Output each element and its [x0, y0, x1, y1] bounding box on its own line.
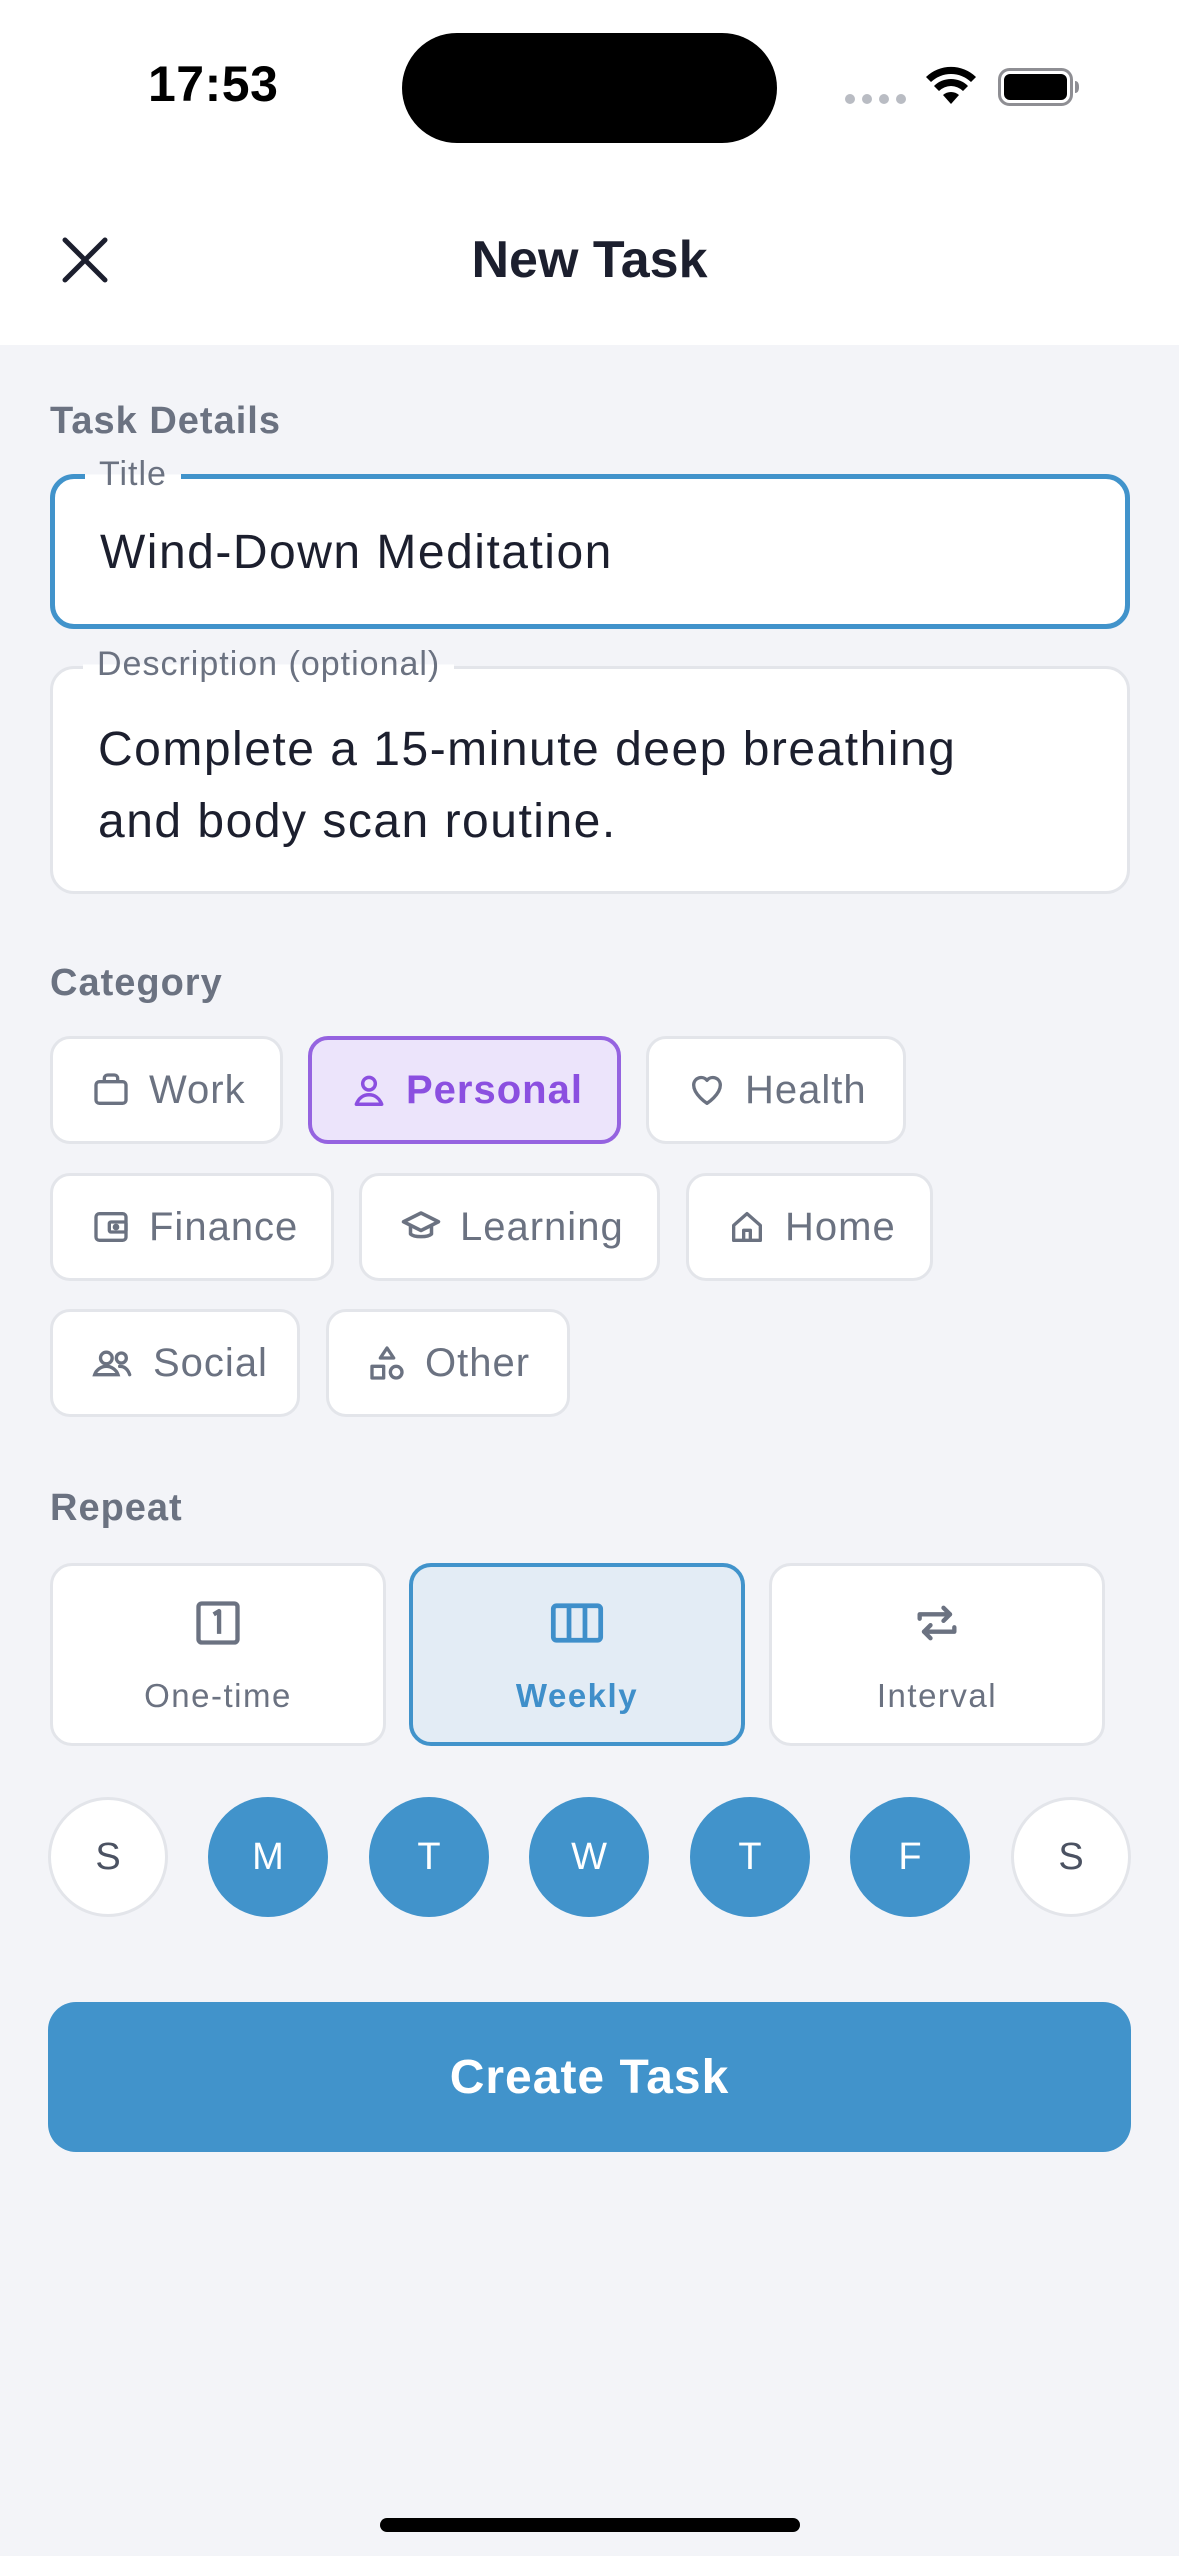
day-friday[interactable]: F	[850, 1797, 970, 1917]
category-chip-other[interactable]: Other	[326, 1309, 570, 1417]
columns-icon	[550, 1602, 604, 1643]
page-title: New Task	[471, 231, 708, 289]
heart-icon	[692, 1075, 722, 1105]
category-chip-label: Finance	[149, 1204, 299, 1249]
description-field[interactable]: Description (optional) Complete a 15-min…	[50, 645, 1130, 894]
category-chip-social[interactable]: Social	[50, 1309, 300, 1417]
day-wednesday[interactable]: W	[529, 1797, 649, 1917]
description-field-label: Description (optional)	[83, 645, 455, 684]
house-icon	[732, 1212, 762, 1242]
task-details-label: Task Details	[50, 400, 281, 442]
title-field-label: Title	[85, 455, 181, 494]
title-field[interactable]: Title Wind-Down Meditation	[50, 455, 1130, 629]
category-chip-label: Social	[153, 1340, 268, 1385]
person-icon	[354, 1075, 384, 1106]
wifi-icon	[926, 66, 976, 104]
repeat-option-one-time[interactable]: One-time	[50, 1563, 386, 1746]
shapes-icon	[370, 1346, 404, 1380]
one-box-icon	[196, 1600, 240, 1645]
category-chip-health[interactable]: Health	[646, 1036, 906, 1144]
day-saturday[interactable]: S	[1011, 1797, 1131, 1917]
people-icon	[92, 1350, 132, 1377]
wallet-icon	[94, 1212, 128, 1242]
category-chip-label: Personal	[406, 1067, 583, 1112]
category-chip-label: Other	[425, 1340, 531, 1385]
description-line-2: and body scan routine.	[98, 795, 617, 848]
new-task-screen: 17:53 New Task Task Details Title Wind-D…	[0, 0, 1179, 2556]
create-task-button[interactable]: Create Task	[48, 2002, 1131, 2152]
repeat-label: Repeat	[50, 1487, 183, 1529]
graduation-cap-icon	[401, 1211, 441, 1239]
repeat-option-weekly[interactable]: Weekly	[409, 1563, 745, 1746]
category-chip-home[interactable]: Home	[686, 1173, 933, 1281]
category-chip-label: Health	[745, 1067, 867, 1112]
repeat-icon	[917, 1605, 957, 1640]
title-field-value: Wind-Down Meditation	[100, 526, 613, 579]
cellular-signal-icon	[845, 94, 906, 104]
battery-icon	[998, 68, 1079, 106]
category-chip-learning[interactable]: Learning	[359, 1173, 660, 1281]
home-indicator	[380, 2518, 800, 2532]
repeat-option-label: Interval	[876, 1676, 998, 1714]
repeat-option-label: One-time	[144, 1676, 292, 1714]
description-line-1: Complete a 15-minute deep breathing	[98, 723, 957, 776]
day-sunday[interactable]: S	[48, 1797, 168, 1917]
day-monday[interactable]: M	[208, 1797, 328, 1917]
category-chip-personal[interactable]: Personal	[308, 1036, 621, 1144]
category-chip-work[interactable]: Work	[50, 1036, 283, 1144]
top-bar: 17:53 New Task	[0, 0, 1179, 345]
repeat-option-label: Weekly	[515, 1676, 639, 1714]
repeat-option-interval[interactable]: Interval	[769, 1563, 1105, 1746]
day-thursday[interactable]: T	[690, 1797, 810, 1917]
category-label: Category	[50, 962, 223, 1004]
day-tuesday[interactable]: T	[369, 1797, 489, 1917]
status-time: 17:53	[148, 56, 279, 112]
category-chip-finance[interactable]: Finance	[50, 1173, 334, 1281]
briefcase-icon	[94, 1073, 128, 1105]
dynamic-island	[402, 33, 777, 143]
category-chip-label: Learning	[460, 1204, 624, 1249]
category-chip-label: Work	[149, 1067, 246, 1112]
category-chip-label: Home	[785, 1204, 896, 1249]
